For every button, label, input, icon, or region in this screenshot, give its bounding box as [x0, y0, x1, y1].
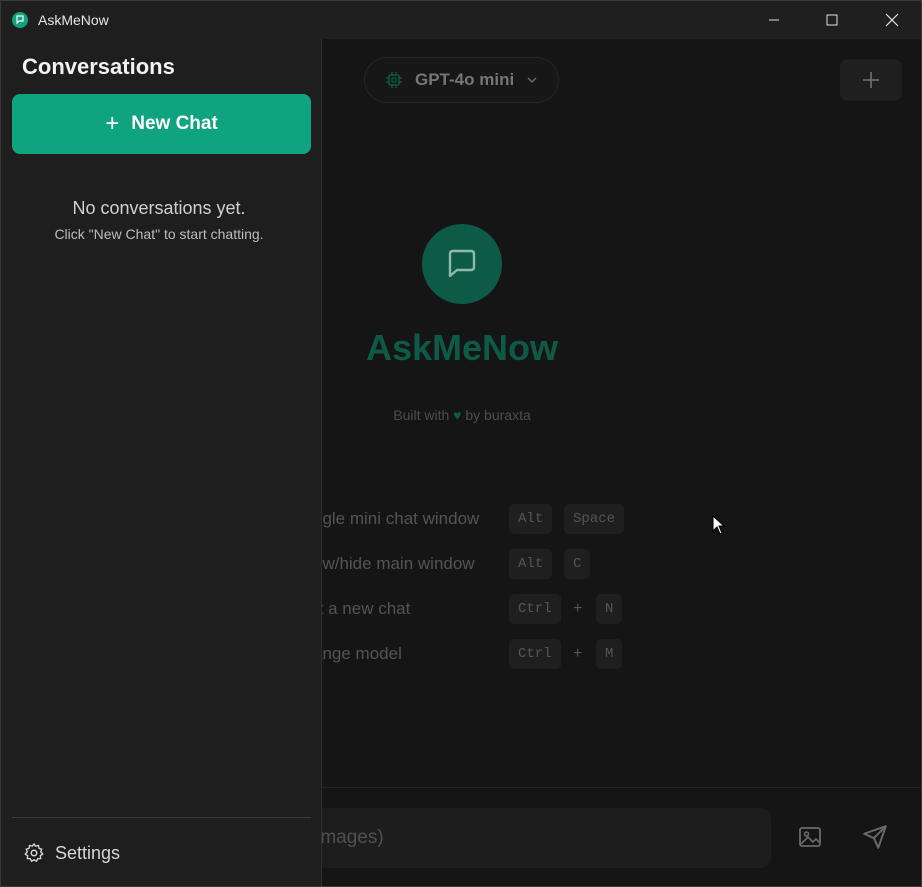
divider [321, 787, 921, 788]
key-cap: Space [564, 504, 625, 534]
divider [12, 817, 311, 818]
window-title: AskMeNow [38, 12, 109, 28]
key-cap: Ctrl [509, 639, 561, 669]
heart-icon: ♥ [453, 407, 462, 423]
maximize-icon [826, 14, 838, 26]
new-chat-top-button[interactable] [840, 59, 902, 101]
mouse-cursor-icon [712, 514, 726, 540]
shortcut-row: ange model Ctrl + M [321, 639, 921, 669]
shortcut-label: rt a new chat [321, 599, 411, 618]
model-selector[interactable]: GPT-4o mini [364, 57, 559, 103]
shortcut-label: ange model [321, 644, 402, 663]
brand-title: AskMeNow [365, 327, 559, 368]
close-icon [885, 13, 899, 27]
minimize-button[interactable] [745, 1, 803, 39]
settings-button[interactable]: Settings [23, 842, 120, 864]
input-placeholder: te images) [321, 827, 384, 848]
minimize-icon [769, 19, 779, 21]
chevron-down-icon [527, 77, 537, 84]
key-separator: + [573, 645, 583, 662]
settings-label: Settings [55, 842, 121, 863]
logo [422, 224, 502, 304]
shortcut-row: ggle mini chat window Alt Space [321, 504, 921, 534]
title-bar[interactable]: AskMeNow [1, 1, 921, 39]
sidebar: Conversations + New Chat No conversation… [1, 39, 322, 886]
empty-state-title: No conversations yet. [72, 198, 246, 218]
key-cap: Alt [509, 549, 553, 579]
key-cap: M [596, 639, 623, 669]
shortcut-row: ow/hide main window Alt C [321, 549, 921, 579]
key-cap: Ctrl [509, 594, 561, 624]
send-icon [863, 825, 887, 849]
attach-image-button[interactable] [795, 822, 825, 852]
built-prefix: Built with [393, 407, 450, 423]
maximize-button[interactable] [803, 1, 861, 39]
send-button[interactable] [860, 822, 890, 852]
main-area: GPT-4o mini AskMeNow Built with ♥ by bur… [321, 39, 921, 886]
close-button[interactable] [863, 1, 921, 39]
new-chat-label: New Chat [131, 113, 218, 134]
key-cap: C [564, 549, 591, 579]
built-with-credit: Built with ♥ by buraxta [321, 407, 603, 423]
gear-icon [24, 843, 44, 863]
key-cap: Alt [509, 504, 553, 534]
key-separator: + [573, 600, 583, 617]
plus-icon [863, 72, 879, 88]
sidebar-title: Conversations [22, 54, 175, 79]
key-cap: N [596, 594, 623, 624]
empty-state-subtitle: Click "New Chat" to start chatting. [54, 226, 264, 242]
chat-bubble-icon [12, 12, 28, 28]
plus-icon: + [105, 110, 120, 137]
model-name: GPT-4o mini [415, 70, 515, 89]
app-window: AskMeNow GPT-4o mini AskMeNow Built with… [0, 0, 922, 887]
chip-icon [386, 72, 402, 88]
image-icon [799, 827, 821, 847]
shortcut-label: ggle mini chat window [321, 509, 480, 528]
message-square-icon [448, 249, 476, 278]
shortcut-row: rt a new chat Ctrl + N [321, 594, 921, 624]
new-chat-button[interactable]: + New Chat [12, 94, 311, 154]
shortcut-label: ow/hide main window [321, 554, 475, 573]
built-suffix: by buraxta [465, 407, 531, 423]
message-input[interactable]: te images) [321, 808, 771, 868]
